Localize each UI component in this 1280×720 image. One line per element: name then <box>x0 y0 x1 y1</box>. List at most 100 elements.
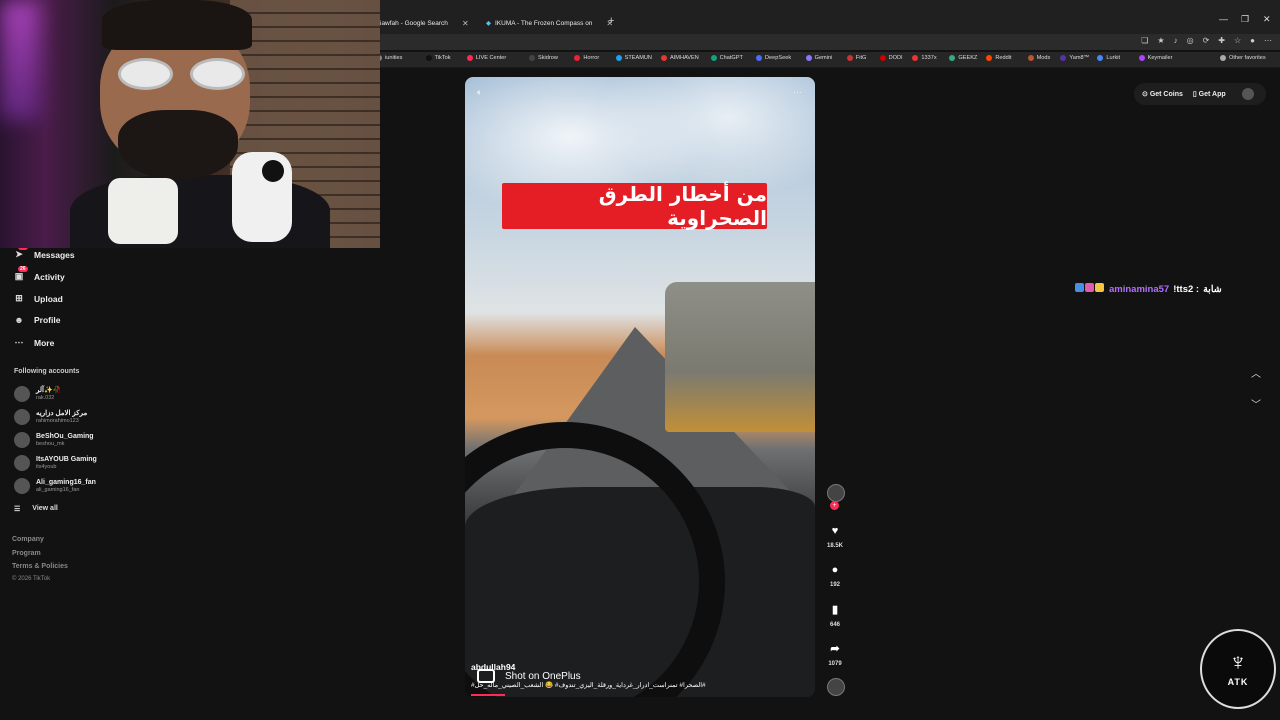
new-tab-button[interactable]: + <box>608 15 614 27</box>
split-screen-icon[interactable]: ❏ <box>1141 36 1148 45</box>
mute-icon[interactable]: 🔈︎ <box>477 87 482 98</box>
refresh-icon[interactable]: ⟳ <box>1203 36 1210 45</box>
bookmark-item[interactable]: Reddit <box>986 55 1012 61</box>
save-button[interactable]: ▮ 646 <box>820 603 850 628</box>
bookmark-favicon-icon <box>805 55 812 61</box>
bookmark-item[interactable]: Mods <box>1027 55 1050 61</box>
bookmark-item[interactable]: Lurkit <box>1097 55 1120 61</box>
extension-icon[interactable]: ◎ <box>1187 36 1194 45</box>
bookmark-favicon-icon <box>1097 55 1104 61</box>
glasses-left <box>118 58 173 90</box>
following-account[interactable]: مركز الامل دزاريه rahimorahimo123 <box>14 409 87 425</box>
bookmark-item[interactable]: Gemini <box>805 55 832 61</box>
sidebar-item-activity[interactable]: ▣ 26 Activity <box>14 266 65 282</box>
close-window-icon[interactable]: ✕ <box>1263 14 1271 25</box>
account-name: BeShOu_Gaming <box>36 432 94 440</box>
sidebar-item-label: Upload <box>34 293 63 304</box>
copyright: © 2026 TikTok <box>12 576 51 582</box>
browser-tab[interactable]: iawfah - Google Search ✕ <box>380 14 469 32</box>
following-account[interactable]: BeShOu_Gaming beshou_mk <box>14 432 94 448</box>
sidebar-item-profile[interactable]: ☻ Profile <box>14 315 60 325</box>
avatar-icon: ☻ <box>14 315 24 325</box>
video-player[interactable]: من أخطار الطرق الصحراوية 🔈︎ ⋯ abdullah94… <box>465 77 815 697</box>
footer-link-company[interactable]: Company <box>12 536 44 543</box>
bookmark-item[interactable]: AIMHAVEN <box>661 55 699 61</box>
bookmark-item[interactable]: Skidrow <box>529 55 558 61</box>
neon-light <box>0 0 40 120</box>
footer-link-program[interactable]: Program <box>12 550 41 557</box>
bookmark-favicon-icon <box>1220 55 1226 61</box>
share-button[interactable]: ➦ 1079 <box>820 642 850 667</box>
bookmark-item[interactable]: LIVE Center <box>466 55 506 61</box>
heart-icon: ♥ <box>831 525 839 537</box>
read-aloud-icon[interactable]: ♪ <box>1174 36 1178 45</box>
bookmark-item[interactable]: DeepSeek <box>756 55 791 61</box>
notification-badge: 26 <box>18 266 28 272</box>
bookmark-label: Reddit <box>995 55 1012 61</box>
bookmark-item[interactable]: DODI <box>879 55 903 61</box>
video-truck <box>665 282 815 432</box>
sidebar-item-messages[interactable]: ➤54 Messages <box>14 244 75 260</box>
bookmark-favicon-icon <box>425 55 432 61</box>
bookmark-label: TikTok <box>434 55 451 61</box>
bookmark-item[interactable]: 1337x <box>912 55 937 61</box>
like-button[interactable]: ♥ 18.5K <box>820 525 850 549</box>
close-icon[interactable]: ✕ <box>462 19 469 28</box>
avatar <box>14 455 30 471</box>
bookmark-label: Yam8™ <box>1069 55 1090 61</box>
account-name: Ali_gaming16_fan <box>36 478 96 486</box>
bookmark-favicon-icon <box>912 55 919 61</box>
streamer-logo: ♆ ATK <box>1200 629 1276 709</box>
bookmark-item[interactable]: Yam8™ <box>1060 55 1089 61</box>
sidebar-item-upload[interactable]: ⊞ Upload <box>14 293 63 304</box>
chat-badges <box>1075 283 1105 295</box>
chevron-down-icon[interactable]: ﹀ <box>1251 396 1261 411</box>
bookmark-favicon-icon <box>1060 55 1067 61</box>
following-account[interactable]: آلر✨🥀 rak.032 <box>14 386 61 402</box>
chevron-up-icon[interactable]: ︿ <box>1251 365 1261 380</box>
avatar[interactable] <box>1241 88 1254 100</box>
bookmark-item[interactable]: Other favorites <box>1220 55 1266 61</box>
maximize-icon[interactable]: ❐ <box>1241 14 1249 25</box>
bookmark-item[interactable]: STEAMUN <box>615 55 652 61</box>
sidebar-item-more[interactable]: ⋯ More <box>14 337 55 348</box>
webcam-overlay <box>0 0 380 248</box>
comment-button[interactable]: ● 192 <box>820 564 850 588</box>
video-description: #الصحرا# تمنراست_ادرار_غرداية_ورقلة_اليز… <box>471 682 706 689</box>
menu-icon[interactable]: ⋯ <box>1264 36 1272 45</box>
bookmark-label: GEEKZ <box>958 55 978 61</box>
creator-avatar[interactable] <box>827 484 845 502</box>
more-options-icon[interactable]: ⋯ <box>793 87 802 98</box>
bookmark-favicon-icon <box>710 55 717 61</box>
bookmark-label: Horror <box>583 55 600 61</box>
save-count: 646 <box>829 622 840 628</box>
crown-icon <box>1095 283 1104 292</box>
bookmark-item[interactable]: GEEKZ <box>949 55 977 61</box>
top-actions: ⊙ Get Coins ▯ Get App <box>1134 83 1266 105</box>
puzzle-icon[interactable]: ✚ <box>1218 36 1225 45</box>
sidebar-item-label: More <box>34 337 55 348</box>
bookmark-item[interactable]: ChatGPT <box>710 55 743 61</box>
following-account[interactable]: ItsAYOUB Gaming its4youb <box>14 455 97 471</box>
get-app-button[interactable]: ▯ Get App <box>1193 90 1226 98</box>
view-all-link[interactable]: ☰ View all <box>14 505 58 513</box>
get-coins-button[interactable]: ⊙ Get Coins <box>1142 90 1183 98</box>
view-all-label: View all <box>32 505 58 512</box>
bookmark-item[interactable]: Keymailer <box>1138 55 1172 61</box>
star-icon[interactable]: ★ <box>1157 36 1164 45</box>
video-progress-bar[interactable] <box>471 694 505 696</box>
following-account[interactable]: Ali_gaming16_fan ali_gaming16_fan <box>14 478 96 494</box>
profile-icon[interactable]: ● <box>1250 36 1255 45</box>
sound-avatar[interactable] <box>827 678 845 696</box>
bookmark-item[interactable]: TikTok <box>425 55 451 61</box>
footer-link-terms[interactable]: Terms & Policies <box>12 563 68 570</box>
browser-tab[interactable]: ◆ IKUMA - The Frozen Compass on ✕ <box>486 14 613 32</box>
bookmark-favicon-icon <box>661 55 667 61</box>
bookmark-item[interactable]: Horror <box>574 55 599 61</box>
bookmark-item[interactable]: FitG <box>846 55 866 61</box>
favorites-icon[interactable]: ☆ <box>1234 36 1241 45</box>
minimize-icon[interactable]: — <box>1219 14 1228 24</box>
logo-text: ATK <box>1227 677 1249 687</box>
account-username: beshou_mk <box>36 440 65 447</box>
follow-plus-button[interactable]: + <box>830 501 839 510</box>
